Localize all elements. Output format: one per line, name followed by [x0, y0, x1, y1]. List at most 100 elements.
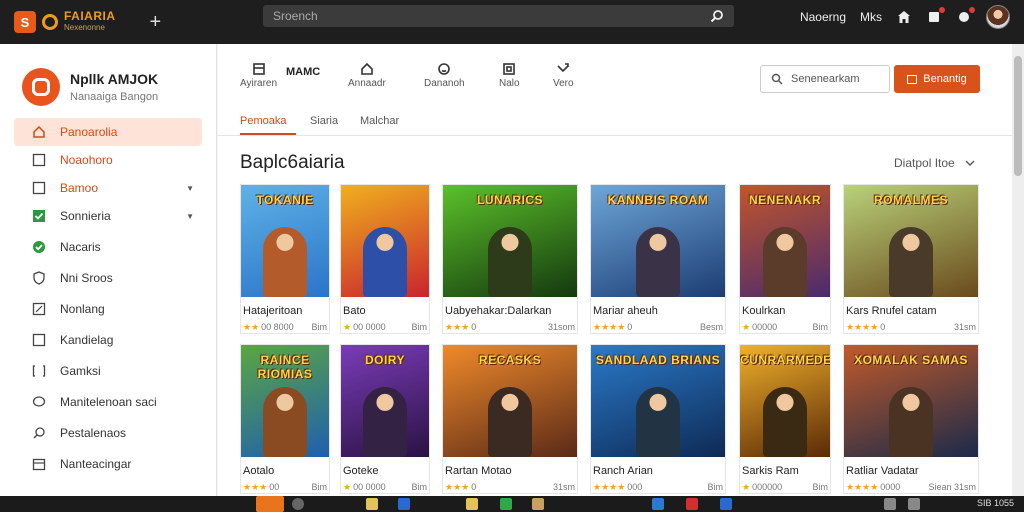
taskbar-app-icon[interactable]	[398, 498, 410, 510]
profile-card[interactable]: Npllk AMJOK Nanaaiga Bangon	[0, 44, 216, 114]
sidebar-item-8[interactable]: Gamksi	[14, 357, 202, 385]
notifications-icon[interactable]	[926, 7, 945, 25]
sidebar-item-9[interactable]: Manitelenoan saci	[14, 388, 202, 416]
game-title[interactable]: Koulrkan	[742, 305, 830, 317]
global-search[interactable]	[263, 5, 734, 27]
settings-gear-icon[interactable]	[956, 7, 975, 25]
game-thumbnail[interactable]: DOIRY	[341, 345, 429, 457]
game-thumbnail[interactable]: KANNBIS ROAM	[591, 185, 725, 297]
chevron-down-icon[interactable]: ▼	[186, 184, 194, 193]
game-thumbnail[interactable]: RECASKS	[443, 345, 577, 457]
square-icon	[32, 333, 46, 347]
toolbar-title: MAMC	[286, 66, 321, 78]
game-card[interactable]: ROMALMES Kars Rnufel catam ★★★★ 0 31sm	[843, 184, 979, 334]
game-card[interactable]: DOIRY Goteke ★ 00 0000 Bim	[340, 344, 430, 494]
nav-link-2[interactable]: Mks	[860, 10, 882, 24]
game-card[interactable]: RAINCE RIOMIAS Aotalo ★★★ 00 Bim	[240, 344, 330, 494]
game-thumbnail-title: CUNRARMEDE	[740, 353, 830, 367]
game-title[interactable]: Uabyehakar:Dalarkan	[445, 305, 577, 317]
game-card[interactable]: XOMALAK SAMAS Ratliar Vadatar ★★★★ 0000 Siea…	[843, 344, 979, 494]
game-title[interactable]: Hatajeritoan	[243, 305, 329, 317]
taskbar-app-active-icon[interactable]	[256, 496, 284, 512]
taskbar-tray-icon-2[interactable]	[908, 498, 920, 510]
game-title[interactable]: Bato	[343, 305, 429, 317]
sidebar-item-5[interactable]: Nni Sroos	[14, 264, 202, 292]
game-title[interactable]: Goteke	[343, 465, 429, 477]
game-meta-value: Bim	[411, 482, 428, 492]
sidebar-item-2[interactable]: Bamoo ▼	[14, 174, 202, 202]
sidebar-item-10[interactable]: Pestalenaos	[14, 419, 202, 447]
game-title[interactable]: Ranch Arian	[593, 465, 725, 477]
toolbar-item-2[interactable]: Dananoh	[424, 62, 465, 89]
game-thumbnail[interactable]: ROMALMES	[844, 185, 978, 297]
game-card[interactable]: RECASKS Rartan Motao ★★★ 0 31sm	[442, 344, 578, 494]
game-title[interactable]: Mariar aheuh	[593, 305, 725, 317]
search-icon[interactable]	[710, 9, 724, 23]
button-box-icon	[907, 74, 918, 84]
sidebar-item-7[interactable]: Kandielag	[14, 326, 202, 354]
game-card[interactable]: LUNARICS Uabyehakar:Dalarkan ★★★ 0 31som	[442, 184, 578, 334]
taskbar-browser-icon[interactable]	[292, 498, 304, 510]
game-title[interactable]: Ratliar Vadatar	[846, 465, 978, 477]
game-card[interactable]: SANDLAAD BRIANS Ranch Arian ★★★★ 000 Bim	[590, 344, 726, 494]
game-title[interactable]: Aotalo	[243, 465, 329, 477]
game-title[interactable]: Kars Rnufel catam	[846, 305, 978, 317]
sort-dropdown[interactable]: Diatpol Itoe	[894, 156, 975, 170]
taskbar-mail-icon[interactable]	[652, 498, 664, 510]
game-thumbnail-title: NENENAKR	[748, 193, 821, 207]
game-card[interactable]: NENENAKR Koulrkan ★ 00000 Bim	[739, 184, 831, 334]
game-thumbnail[interactable]: CUNRARMEDE	[740, 345, 830, 457]
app-logo[interactable]: S	[14, 11, 36, 33]
tab-1[interactable]: Siaria	[310, 115, 338, 127]
taskbar-store-icon[interactable]	[532, 498, 544, 510]
star-rating-icon: ★★★★	[593, 482, 626, 492]
primary-action-button[interactable]: Benantig	[894, 65, 980, 93]
scrollbar-thumb[interactable]	[1014, 56, 1022, 176]
tab-2[interactable]: Malchar	[360, 115, 399, 127]
game-thumbnail[interactable]: RAINCE RIOMIAS	[241, 345, 329, 457]
global-search-input[interactable]	[273, 9, 710, 23]
sidebar-item-4[interactable]: Nacaris	[14, 233, 202, 261]
toolbar-item-3[interactable]: Nalo	[499, 62, 520, 89]
tray-clock[interactable]: SIB 1055	[977, 498, 1014, 508]
scrollbar[interactable]	[1012, 44, 1024, 496]
content-search[interactable]	[760, 65, 890, 93]
sidebar-item-11[interactable]: Nanteacingar	[14, 450, 202, 478]
game-character-art	[636, 227, 680, 297]
game-thumbnail[interactable]: TOKANIE	[241, 185, 329, 297]
taskbar-settings-icon[interactable]	[720, 498, 732, 510]
game-thumbnail[interactable]: XOMALAK SAMAS	[844, 345, 978, 457]
content-search-input[interactable]	[791, 73, 881, 85]
nav-link-1[interactable]: Naoerng	[800, 10, 846, 24]
game-thumbnail[interactable]: LUNARICS	[443, 185, 577, 297]
new-tab-plus-icon[interactable]: +	[150, 12, 162, 32]
sidebar-item-6[interactable]: Nonlang	[14, 295, 202, 323]
toolbar-item-1[interactable]: Annaadr	[348, 62, 386, 89]
sidebar-item-0[interactable]: Panoarolia	[14, 118, 202, 146]
game-thumbnail[interactable]: SANDLAAD BRIANS	[591, 345, 725, 457]
game-card[interactable]: Bato ★ 00 0000 Bim	[340, 184, 430, 334]
taskbar-tray-icon[interactable]	[884, 498, 896, 510]
taskbar-media-icon[interactable]	[686, 498, 698, 510]
star-rating-icon: ★	[343, 322, 352, 332]
game-title[interactable]: Sarkis Ram	[742, 465, 830, 477]
game-card[interactable]: CUNRARMEDE Sarkis Ram ★ 000000 Bim	[739, 344, 831, 494]
sidebar-item-1[interactable]: Noaohoro	[14, 146, 202, 174]
game-thumbnail[interactable]	[341, 185, 429, 297]
game-card[interactable]: KANNBIS ROAM Mariar aheuh ★★★★ 0 Besm	[590, 184, 726, 334]
game-thumbnail-title: XOMALAK SAMAS	[854, 353, 968, 367]
user-avatar[interactable]	[986, 5, 1010, 29]
taskbar-folder-icon[interactable]	[366, 498, 378, 510]
home-icon[interactable]	[896, 9, 912, 25]
game-card[interactable]: TOKANIE Hatajeritoan ★★ 00 8000 Bim	[240, 184, 330, 334]
taskbar-files-icon[interactable]	[466, 498, 478, 510]
game-title[interactable]: Rartan Motao	[445, 465, 577, 477]
toolbar-item-4[interactable]: Vero	[553, 62, 574, 89]
toolbar-item-0[interactable]: Ayiraren	[240, 62, 277, 89]
sidebar-item-label: Bamoo	[60, 181, 99, 195]
sidebar-item-3[interactable]: Sonnieria ▼	[14, 202, 202, 230]
chevron-down-icon[interactable]: ▼	[186, 212, 194, 221]
tab-0[interactable]: Pemoaka	[240, 115, 286, 127]
taskbar-game-icon[interactable]	[500, 498, 512, 510]
game-thumbnail[interactable]: NENENAKR	[740, 185, 830, 297]
